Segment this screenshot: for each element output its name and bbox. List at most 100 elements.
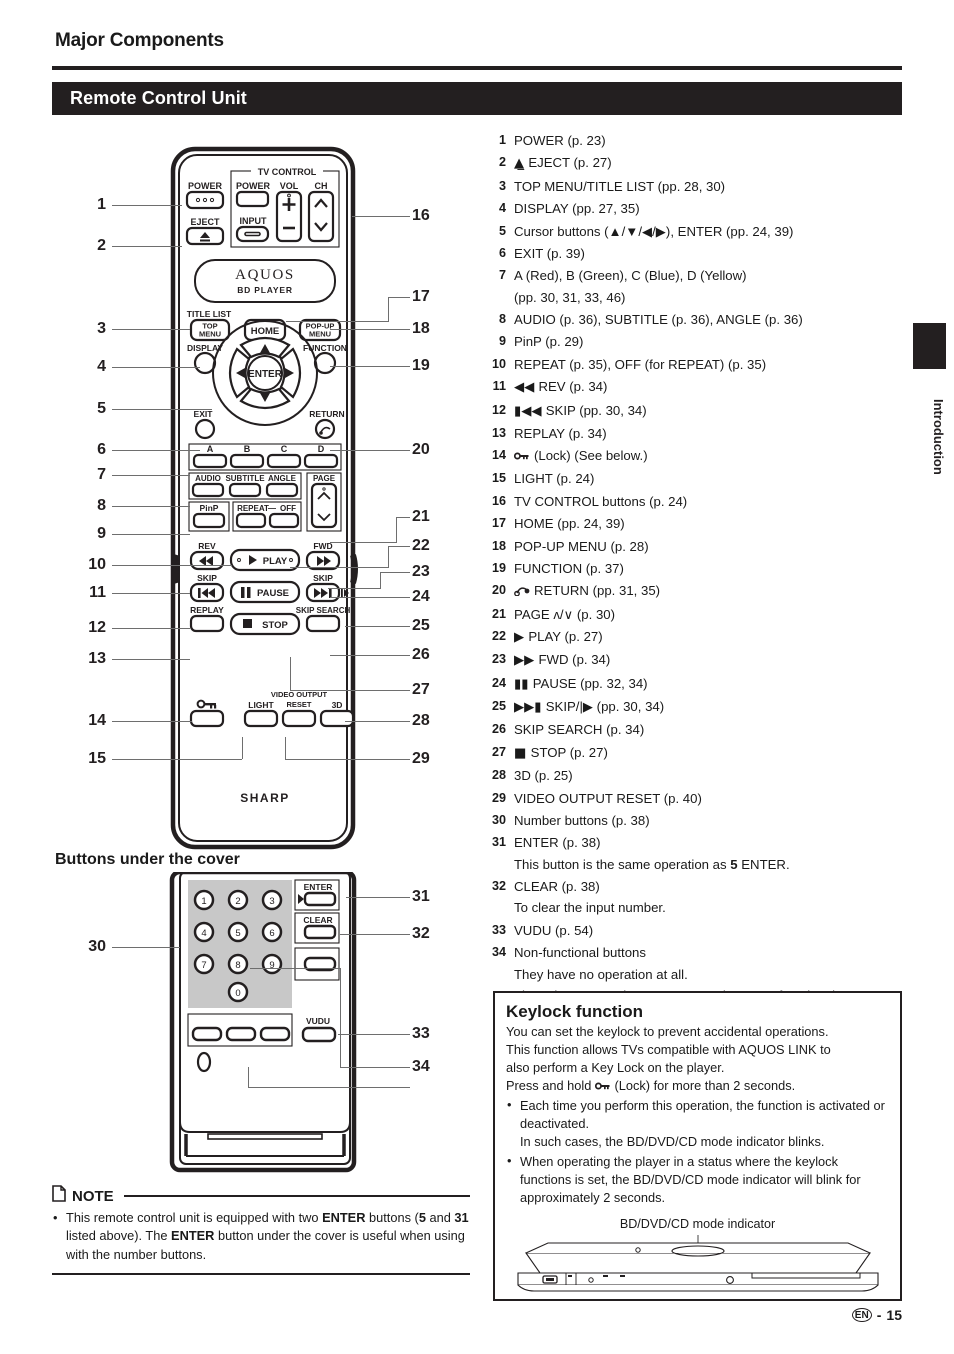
item-number: 3 [498,178,506,193]
cover-enter-button[interactable] [303,891,337,907]
color-d-button[interactable] [303,453,339,469]
angle-button[interactable] [265,482,299,498]
item-number: 7 [498,268,506,283]
item-text: FWD (p. 34) [538,652,611,668]
note-rule-top [123,1195,470,1197]
item-number: 31 [491,835,506,850]
list-item: 28 3D (p. 25) [488,765,908,786]
pause-icon: ▮▮ [514,676,533,692]
color-b-button[interactable] [229,453,265,469]
svg-text:2: 2 [235,896,240,907]
item-number: 10 [491,356,506,371]
repeat-label: REPEAT [237,504,269,513]
brand-name: AQUOS [235,267,295,283]
exit-button[interactable] [194,418,216,440]
list-item: 26 SKIP SEARCH (p. 34) [488,719,908,740]
non-functional-button-3[interactable] [225,1026,257,1042]
svg-text:8: 8 [235,960,240,971]
callout-20: 20 [412,441,430,458]
list-item: 21 PAGE ʌ/∨ (p. 30) [488,604,908,625]
svg-text:1: 1 [201,896,206,907]
item-text: PAGE ʌ/∨ (p. 30) [514,606,616,622]
tv-ch-label: CH [315,181,328,191]
return-label: RETURN [309,409,344,419]
callout-24: 24 [412,588,430,605]
page-label: PAGE [313,474,336,483]
ir-window-icon [196,1051,212,1073]
keylock-p4-post: (Lock) for more than 2 seconds. [610,1078,796,1094]
list-item: 15 LIGHT (p. 24) [488,468,908,489]
pinp-button[interactable] [192,512,226,529]
keylock-bullet-2: When operating the player in a status wh… [506,1152,890,1207]
item-text: FUNCTION (p. 37) [514,560,624,576]
item-text: CLEAR (p. 38) [514,879,600,895]
subtitle-button[interactable] [228,482,262,498]
tv-input-button[interactable] [235,225,270,243]
svg-text:0: 0 [235,988,240,999]
list-item: 30 Number buttons (p. 38) [488,810,908,831]
item-number: 29 [491,790,506,805]
item-number: 15 [491,471,506,486]
repeat-dash: — [268,504,276,513]
item-text: EJECT (p. 27) [528,155,612,171]
non-functional-button-4[interactable] [259,1026,291,1042]
power-button[interactable] [185,190,225,210]
off-button[interactable] [268,512,300,529]
note-text: This remote control unit is equipped wit… [52,1209,470,1264]
repeat-button[interactable] [235,512,267,529]
lock-button[interactable] [189,709,225,728]
list-item: 12 ▮◀◀ SKIP (pp. 30, 34) [488,400,908,422]
note-page-icon [52,1185,66,1207]
list-item: 8 AUDIO (p. 36), SUBTITLE (p. 36), ANGLE … [488,309,908,330]
item-text: HOME (pp. 24, 39) [514,516,625,532]
list-item: 2 ▲̲ EJECT (p. 27) [488,152,908,174]
vudu-label: VUDU [306,1016,330,1026]
vudu-button[interactable] [301,1026,337,1043]
keylock-p1: You can set the keylock to prevent accid… [506,1024,829,1039]
list-item: 29 VIDEO OUTPUT RESET (p. 40) [488,788,908,809]
tv-power-button[interactable] [235,190,270,208]
item-number: 8 [498,312,506,326]
color-a-button[interactable] [192,453,228,469]
keylock-bullets: Each time you perform this operation, th… [506,1096,890,1207]
function-button[interactable] [313,351,337,375]
note-rule-bottom [52,1273,470,1276]
return-button[interactable] [314,418,336,440]
skip-search-label: SKIP SEARCH [296,606,351,615]
skip-search-button[interactable] [305,614,341,633]
callout-25: 25 [412,617,430,634]
top-menu-line2: MENU [199,330,221,339]
remote-cover-diagram: 1 2 3 4 5 6 7 8 9 0 ENTER CLEAR VUDU [169,872,357,1173]
callout-33: 33 [412,1025,430,1042]
non-functional-button-2[interactable] [191,1026,223,1042]
color-c-button[interactable] [266,453,302,469]
side-tab-marker [913,323,946,369]
color-d-label: D [318,444,325,454]
video-output-reset-button[interactable] [281,709,317,728]
tv-input-label: INPUT [240,216,268,226]
item-number: 32 [491,879,506,894]
replay-button[interactable] [189,614,225,633]
item-subtext: (pp. 30, 31, 33, 46) [514,289,626,305]
section-header-bar: Remote Control Unit [52,82,902,115]
page-footer: EN - 15 [851,1307,902,1323]
item-number: 18 [491,538,506,553]
audio-button[interactable] [191,482,225,498]
item-number: 33 [491,922,506,937]
tv-power-label: POWER [236,181,271,191]
item-text: AUDIO (p. 36), SUBTITLE (p. 36), ANGLE (… [514,312,803,327]
callout-3: 3 [97,320,106,337]
callout-13: 13 [88,650,106,667]
callout-12: 12 [88,619,106,636]
maker-logo: SHARP [240,791,290,805]
item-number: 13 [491,425,506,440]
manual-page: Major Components Remote Control Unit Int… [0,0,954,1354]
display-button[interactable] [193,351,217,375]
cover-clear-button[interactable] [303,924,337,940]
item-text: PLAY (p. 27) [528,628,603,644]
color-c-label: C [281,444,288,454]
item-number: 12 [491,402,506,417]
3d-button[interactable] [319,709,355,728]
light-button[interactable] [243,709,279,728]
item-text: Non-functional buttons [514,945,646,961]
